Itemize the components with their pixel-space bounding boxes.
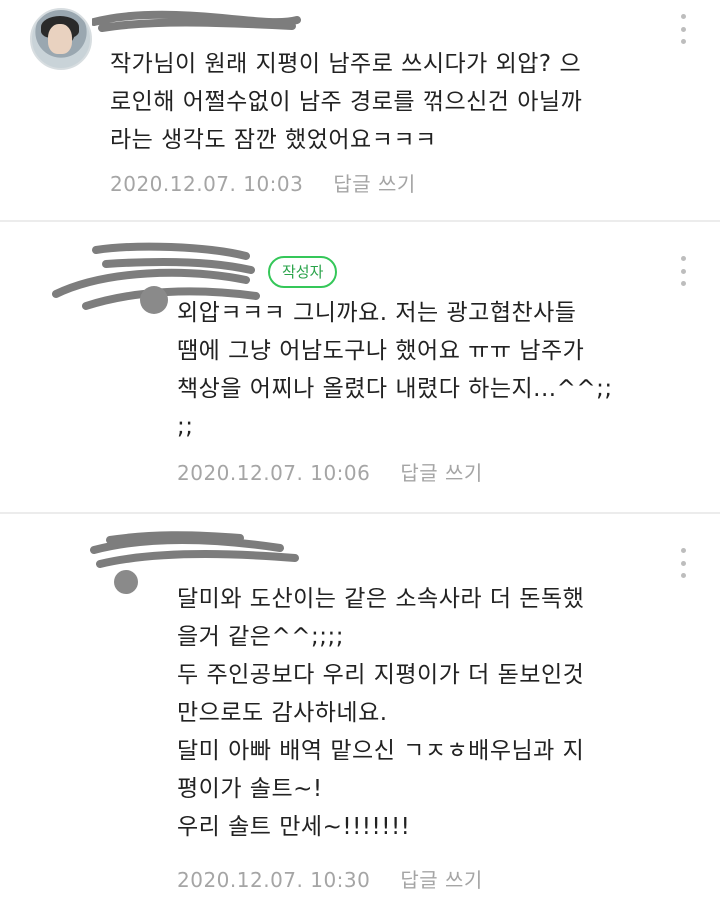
comment-meta: 2020.12.07. 10:06 답글 쓰기: [177, 457, 483, 486]
comment-timestamp: 2020.12.07. 10:03: [110, 172, 304, 196]
redacted-username-scribble: [92, 10, 301, 32]
comment-body: 달미와 도산이는 같은 소속사라 더 돈독했 을거 같은^^;;;; 두 주인공…: [177, 586, 585, 840]
comment-meta: 2020.12.07. 10:30 답글 쓰기: [177, 864, 483, 893]
comment-item-reply: 작성자 외압ㅋㅋㅋ 그니까요. 저는 광고협찬사들 땜에 그냥 어남도구나 했어…: [0, 222, 720, 512]
comment-body: 외압ㅋㅋㅋ 그니까요. 저는 광고협찬사들 땜에 그냥 어남도구나 했어요 ㅠㅠ…: [177, 300, 613, 440]
more-options-icon[interactable]: [679, 14, 687, 44]
comment-meta: 2020.12.07. 10:03 답글 쓰기: [110, 168, 416, 197]
author-badge: 작성자: [268, 256, 338, 288]
reply-button[interactable]: 답글 쓰기: [400, 461, 482, 485]
comment-item-reply: 달미와 도산이는 같은 소속사라 더 돈독했 을거 같은^^;;;; 두 주인공…: [0, 514, 720, 917]
reply-button[interactable]: 답글 쓰기: [333, 172, 415, 196]
comment-timestamp: 2020.12.07. 10:30: [177, 868, 371, 892]
comment-item: 작가님이 원래 지평이 남주로 쓰시다가 외압? 으 로인해 어쩔수없이 남주 …: [0, 0, 720, 220]
more-options-icon[interactable]: [679, 548, 687, 578]
avatar[interactable]: [30, 8, 92, 70]
comment-timestamp: 2020.12.07. 10:06: [177, 461, 371, 485]
comment-body: 작가님이 원래 지평이 남주로 쓰시다가 외압? 으 로인해 어쩔수없이 남주 …: [110, 51, 583, 153]
reply-button[interactable]: 답글 쓰기: [400, 868, 482, 892]
more-options-icon[interactable]: [679, 256, 687, 286]
